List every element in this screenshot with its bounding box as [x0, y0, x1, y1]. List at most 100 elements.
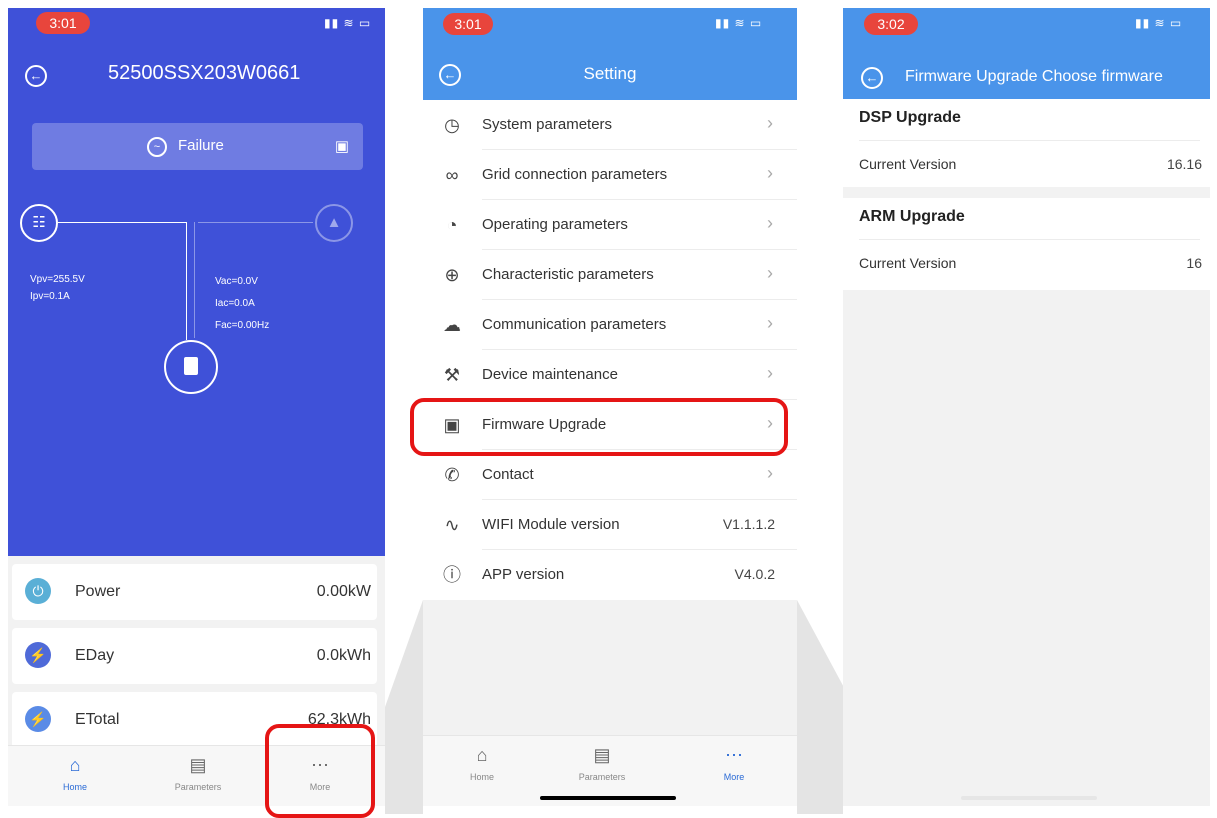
tab-parameters[interactable]: ▤ Parameters: [557, 744, 647, 782]
failure-banner[interactable]: ~ Failure ▣: [32, 123, 363, 170]
menu-label: Device maintenance: [482, 366, 618, 383]
status-time: 3:01: [36, 12, 90, 34]
home-screen: 3:01 ▮▮ ≋ ▭ ← 52500SSX203W0661 ~ Failure…: [8, 8, 385, 806]
back-icon[interactable]: ←: [861, 67, 883, 89]
page-title: Setting: [583, 64, 637, 83]
ipv-value: Ipv=0.1A: [30, 291, 70, 302]
chevron-right-icon: ›: [767, 463, 773, 483]
tab-label: Parameters: [174, 782, 222, 792]
firmware-screen: 3:02 ▮▮ ≋ ▭ ← Firmware Upgrade Choose fi…: [843, 8, 1210, 806]
divider-shape: [385, 600, 423, 814]
vac-value: Vac=0.0V: [215, 276, 258, 287]
home-icon: ⌂: [69, 755, 81, 775]
menu-characteristic-parameters[interactable]: ⊕ Characteristic parameters ›: [423, 250, 797, 300]
section-heading: ARM Upgrade: [859, 208, 965, 225]
menu-label: Operating parameters: [482, 216, 628, 233]
wave-icon: ~: [147, 137, 167, 157]
menu-label: Communication parameters: [482, 316, 667, 333]
flow-line: [198, 222, 313, 223]
ac-readings: Vac=0.0V Iac=0.0A Fac=0.00Hz: [215, 271, 269, 337]
highlight-firmware-upgrade: [410, 398, 788, 456]
metric-cards: ⏻ Power 0.00kW ⚡ EDay 0.0kWh ⚡ ETotal 62…: [8, 556, 385, 748]
lightning-icon: ⚡: [25, 706, 51, 732]
tab-more[interactable]: ⋯ More: [689, 744, 779, 782]
link-icon: ∞: [445, 165, 459, 185]
status-time: 3:01: [443, 13, 493, 35]
dsp-upgrade-section[interactable]: DSP Upgrade Current Version 16.16: [843, 99, 1210, 187]
menu-grid-connection[interactable]: ∞ Grid connection parameters ›: [423, 150, 797, 200]
home-icon: ⌂: [476, 745, 488, 765]
iac-value: Iac=0.0A: [215, 298, 255, 309]
book-icon[interactable]: ▣: [335, 137, 349, 155]
crosshair-icon: ⊕: [444, 265, 460, 285]
flow-line: [186, 222, 187, 340]
pv-readings: Vpv=255.5V Ipv=0.1A: [30, 271, 85, 305]
menu-communication-parameters[interactable]: ☁ Communication parameters ›: [423, 300, 797, 350]
document-icon: ▤: [189, 755, 207, 775]
status-icons: ▮▮ ≋ ▭: [324, 16, 372, 30]
back-icon[interactable]: ←: [25, 65, 47, 87]
tab-label: Home: [62, 782, 87, 792]
menu-contact[interactable]: ✆ Contact ›: [423, 450, 797, 500]
chevron-right-icon: ›: [767, 263, 773, 283]
grid-tower-icon: ▲: [315, 204, 353, 242]
home-indicator: [961, 796, 1097, 800]
status-icons: ▮▮ ≋ ▭: [1135, 16, 1183, 30]
tab-home[interactable]: ⌂ Home: [437, 744, 527, 782]
divider-shape: [797, 600, 843, 814]
menu-label: Contact: [482, 466, 534, 483]
version-value: 16.16: [1166, 156, 1202, 172]
version-label: Current Version: [859, 156, 957, 172]
fac-value: Fac=0.00Hz: [215, 320, 270, 331]
power-icon: ⏻: [25, 578, 51, 604]
header: 3:01 ▮▮ ≋ ▭ ← Setting: [423, 8, 797, 100]
menu-operating-parameters[interactable]: ◔ Operating parameters ›: [423, 200, 797, 250]
chevron-right-icon: ›: [767, 363, 773, 383]
cloud-upload-icon: ☁: [443, 315, 461, 335]
arm-upgrade-section[interactable]: ARM Upgrade Current Version 16: [843, 198, 1210, 290]
section-heading: DSP Upgrade: [859, 109, 961, 126]
version-label: Current Version: [859, 255, 957, 271]
card-label: EDay: [75, 647, 115, 664]
phone-icon: ✆: [444, 465, 460, 485]
card-value: 0.00kW: [316, 583, 371, 600]
chevron-right-icon: ›: [767, 313, 773, 333]
status-icons: ▮▮ ≋ ▭: [715, 16, 763, 30]
wifi-icon: ∿: [444, 515, 460, 535]
header: 3:02 ▮▮ ≋ ▭ ← Firmware Upgrade Choose fi…: [843, 8, 1210, 99]
menu-app-version[interactable]: ⓘ APP version V4.0.2: [423, 550, 797, 600]
tab-home[interactable]: ⌂ Home: [30, 754, 120, 792]
tab-parameters[interactable]: ▤ Parameters: [153, 754, 243, 792]
status-bar: 3:01 ▮▮ ≋ ▭: [8, 8, 385, 36]
version-value: 16: [1186, 255, 1202, 271]
settings-list: ◷ System parameters › ∞ Grid connection …: [423, 100, 797, 600]
device-title: 52500SSX203W0661: [108, 62, 301, 84]
vpv-value: Vpv=255.5V: [30, 274, 85, 285]
menu-value: V4.0.2: [734, 566, 775, 582]
gauge-icon: ◔: [446, 215, 458, 235]
chevron-right-icon: ›: [767, 163, 773, 183]
menu-device-maintenance[interactable]: ⚒ Device maintenance ›: [423, 350, 797, 400]
menu-label: Grid connection parameters: [482, 166, 668, 183]
card-label: ETotal: [75, 711, 120, 728]
card-value: 0.0kWh: [316, 647, 371, 664]
card-label: Power: [75, 583, 121, 600]
menu-wifi-version[interactable]: ∿ WIFI Module version V1.1.1.2: [423, 500, 797, 550]
wrench-icon: ⚒: [443, 365, 461, 385]
flow-line: [58, 222, 186, 223]
menu-label: WIFI Module version: [482, 516, 620, 533]
inverter-icon: [164, 340, 218, 394]
tab-label: More: [723, 772, 745, 782]
menu-system-parameters[interactable]: ◷ System parameters ›: [423, 100, 797, 150]
document-icon: ▤: [593, 745, 611, 765]
failure-label: Failure: [178, 137, 224, 154]
card-power[interactable]: ⏻ Power 0.00kW: [12, 564, 377, 620]
chevron-right-icon: ›: [767, 113, 773, 133]
card-eday[interactable]: ⚡ EDay 0.0kWh: [12, 628, 377, 684]
menu-label: System parameters: [482, 116, 613, 133]
tab-label: Parameters: [578, 772, 626, 782]
menu-label: APP version: [482, 566, 565, 583]
more-icon: ⋯: [725, 745, 743, 765]
tab-bar: ⌂ Home ▤ Parameters ⋯ More: [423, 735, 797, 806]
lightning-icon: ⚡: [25, 642, 51, 668]
